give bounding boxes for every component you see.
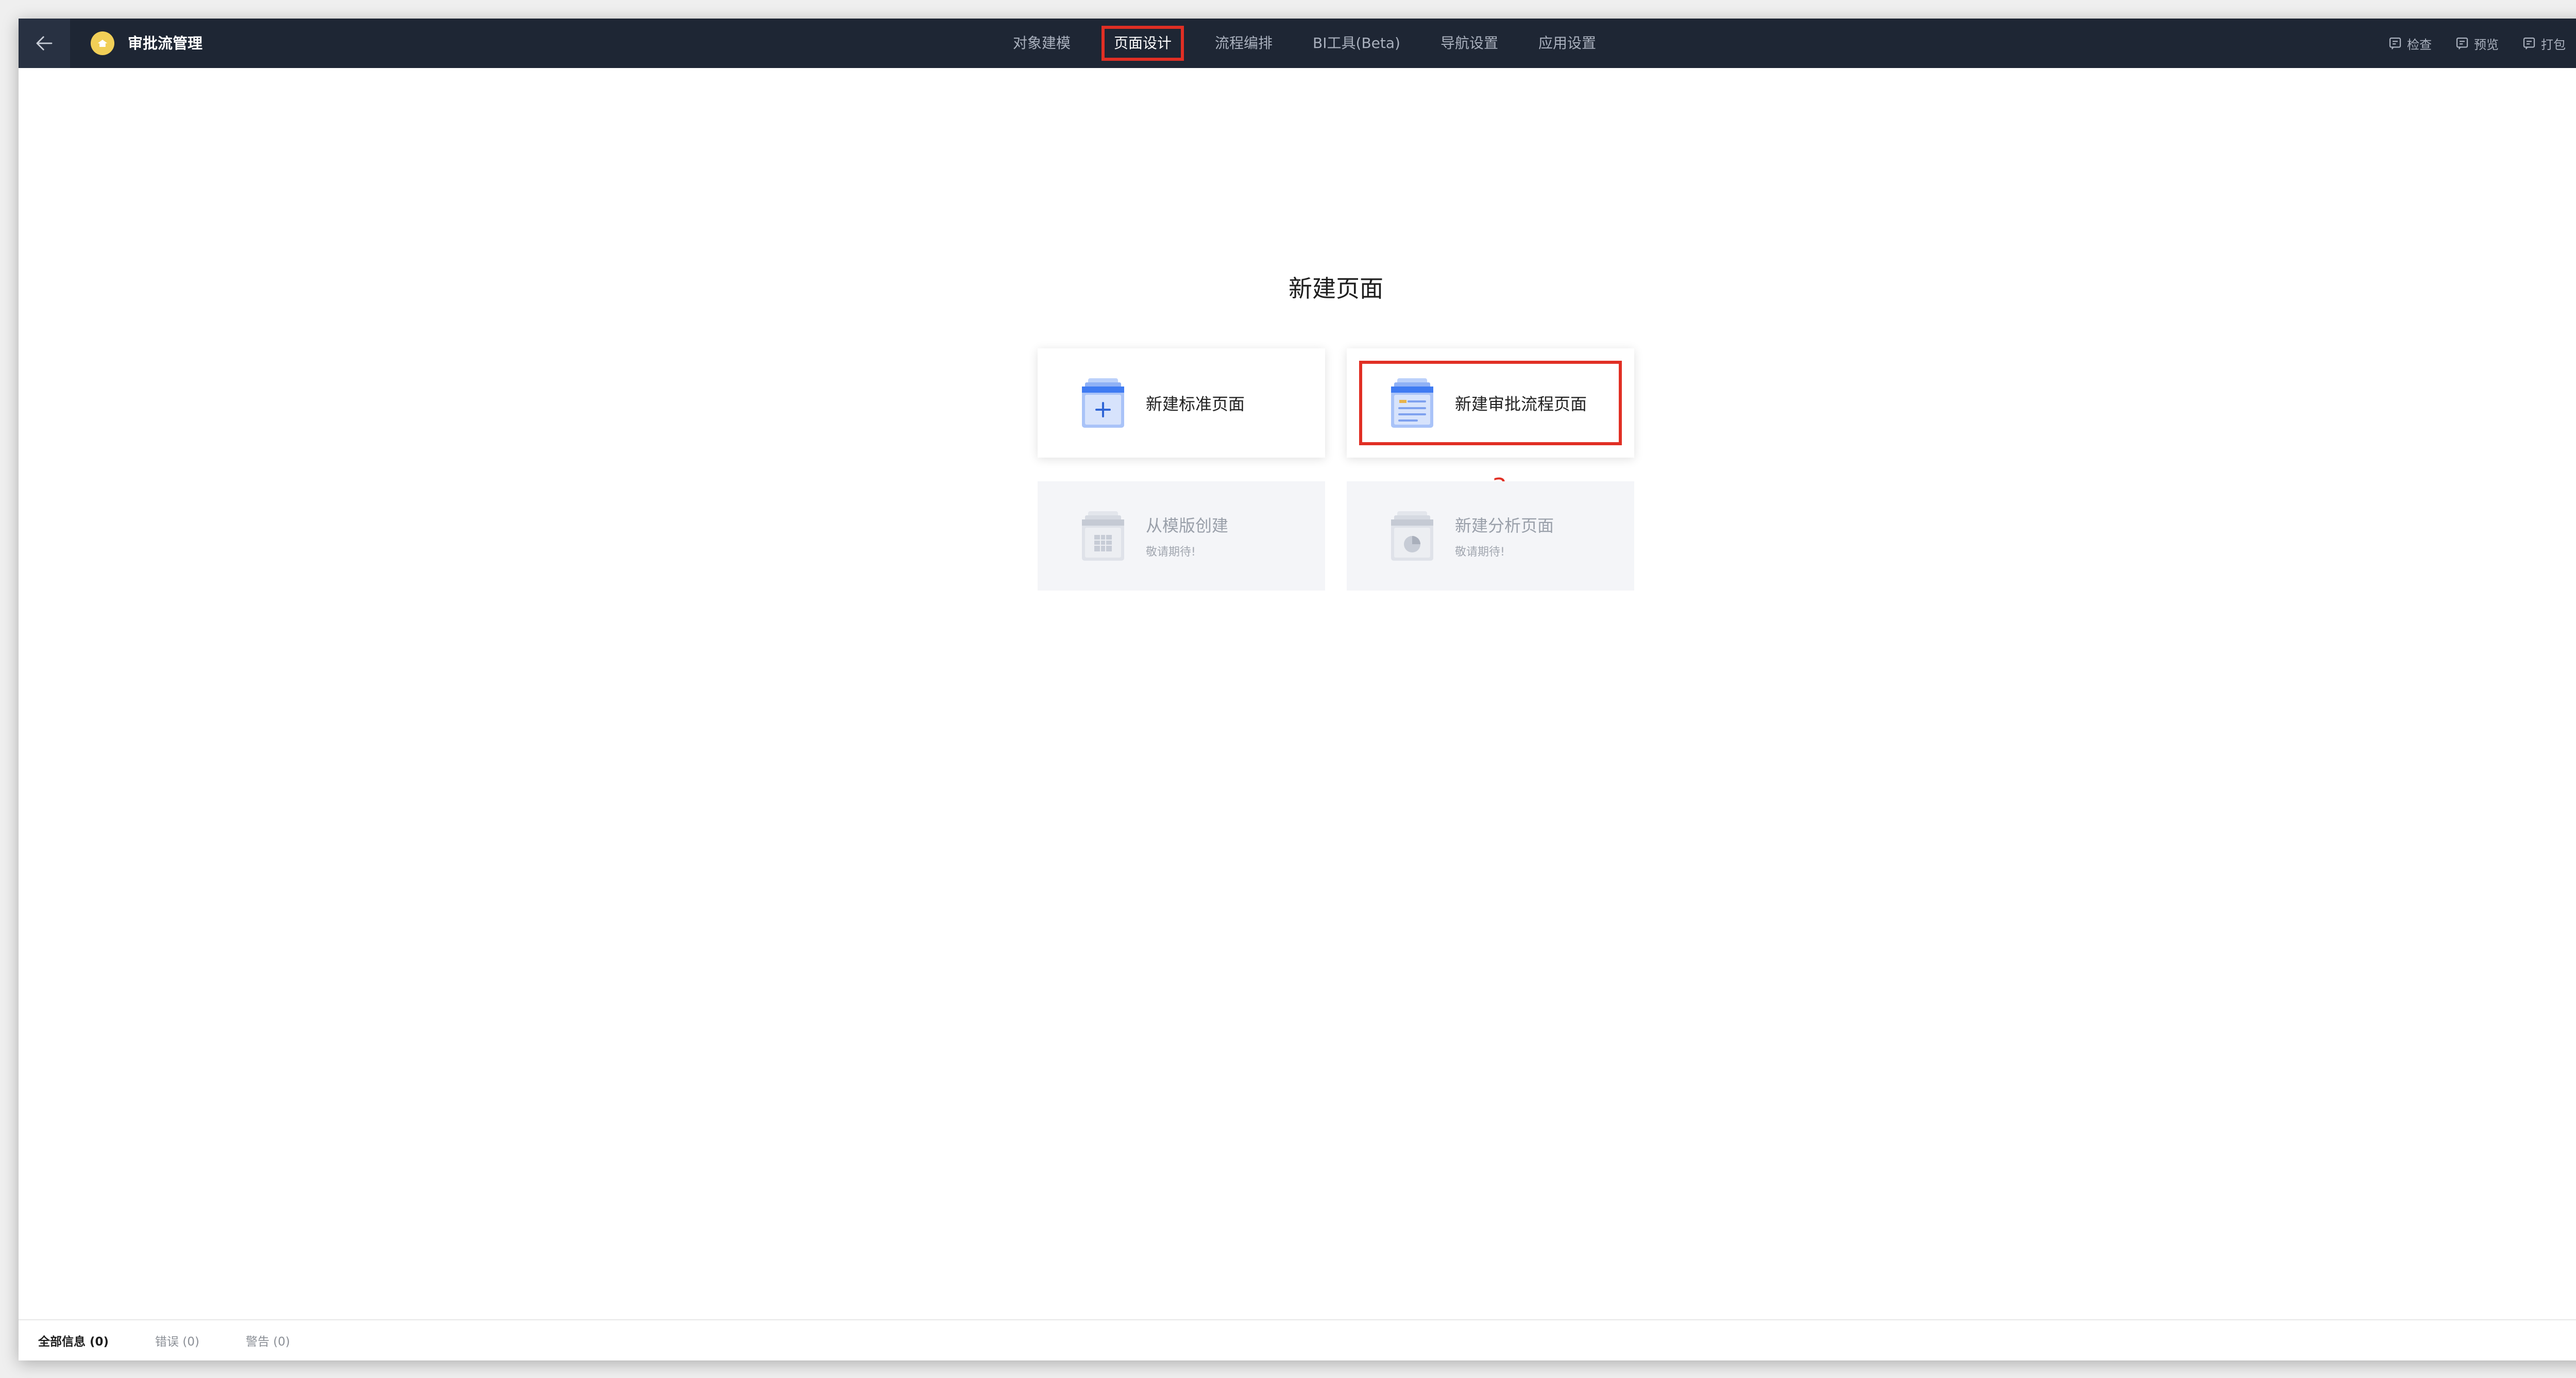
tab-count: (0) (273, 1335, 290, 1349)
analysis-page-icon (1391, 511, 1433, 561)
card-text: 新建标准页面 (1146, 391, 1245, 415)
check-label: 检查 (2407, 37, 2432, 52)
card-label: 从模版创建 (1146, 516, 1229, 535)
tab-errors[interactable]: 错误 (0) (155, 1332, 199, 1349)
new-analysis-page-card: 新建分析页面 敬请期待! (1347, 481, 1634, 591)
tab-label: 全部信息 (38, 1335, 86, 1349)
app-title: 审批流管理 (128, 35, 203, 52)
check-doc-icon (2389, 37, 2401, 49)
toolbar-right: 检查 预览 打包 发布 (2365, 19, 2576, 68)
page-title: 新建页面 (1289, 275, 1383, 303)
top-bar: 审批流管理 对象建模 页面设计 流程编排 BI工具(Beta) 导航设置 应用设… (19, 19, 2576, 68)
approval-page-icon (1391, 378, 1433, 428)
preview-button[interactable]: 预览 (2454, 35, 2499, 53)
bottom-message-bar: 全部信息 (0) 错误 (0) 警告 (0) (19, 1319, 2576, 1360)
nav-tab-flow-orchestration[interactable]: 流程编排 (1206, 26, 1282, 61)
tab-label: 警告 (245, 1335, 269, 1349)
new-standard-page-card[interactable]: 新建标准页面 (1038, 348, 1325, 458)
nav-tab-navigation-settings[interactable]: 导航设置 (1431, 26, 1507, 61)
app-logo (91, 31, 114, 55)
tab-count: (0) (182, 1335, 199, 1349)
nav-tab-app-settings[interactable]: 应用设置 (1529, 26, 1605, 61)
nav-tab-bi-tools[interactable]: BI工具(Beta) (1303, 26, 1410, 61)
card-text: 新建分析页面 敬请期待! (1455, 513, 1554, 559)
app-logo-icon (97, 40, 108, 47)
tab-all-messages[interactable]: 全部信息 (0) (38, 1332, 109, 1349)
tab-count: (0) (90, 1335, 109, 1349)
coming-soon-label: 敬请期待! (1146, 546, 1196, 559)
standard-page-icon (1082, 378, 1124, 428)
preview-doc-icon (2456, 37, 2468, 49)
back-button[interactable] (19, 19, 70, 68)
new-approval-page-card[interactable]: 新建审批流程页面 (1347, 348, 1634, 458)
check-button[interactable]: 检查 (2387, 35, 2432, 53)
preview-label: 预览 (2474, 37, 2499, 52)
nav-tab-object-modeling[interactable]: 对象建模 (1004, 26, 1080, 61)
package-label: 打包 (2541, 37, 2566, 52)
arrow-left-icon (36, 36, 53, 51)
template-icon (1082, 511, 1124, 561)
card-label: 新建标准页面 (1146, 394, 1245, 414)
package-doc-icon (2523, 37, 2535, 49)
package-button[interactable]: 打包 (2521, 35, 2566, 53)
card-text: 新建审批流程页面 (1455, 391, 1587, 415)
tab-warnings[interactable]: 警告 (0) (246, 1332, 290, 1349)
coming-soon-label: 敬请期待! (1455, 546, 1505, 559)
card-label: 新建审批流程页面 (1455, 394, 1587, 414)
main-nav: 对象建模 页面设计 流程编排 BI工具(Beta) 导航设置 应用设置 (1004, 19, 1627, 68)
app-window: 审批流管理 对象建模 页面设计 流程编排 BI工具(Beta) 导航设置 应用设… (19, 19, 2576, 1360)
create-from-template-card: 从模版创建 敬请期待! (1038, 481, 1325, 591)
card-label: 新建分析页面 (1455, 516, 1554, 535)
nav-tab-page-design[interactable]: 页面设计 (1101, 26, 1184, 61)
card-text: 从模版创建 敬请期待! (1146, 513, 1228, 559)
tab-label: 错误 (155, 1335, 179, 1349)
